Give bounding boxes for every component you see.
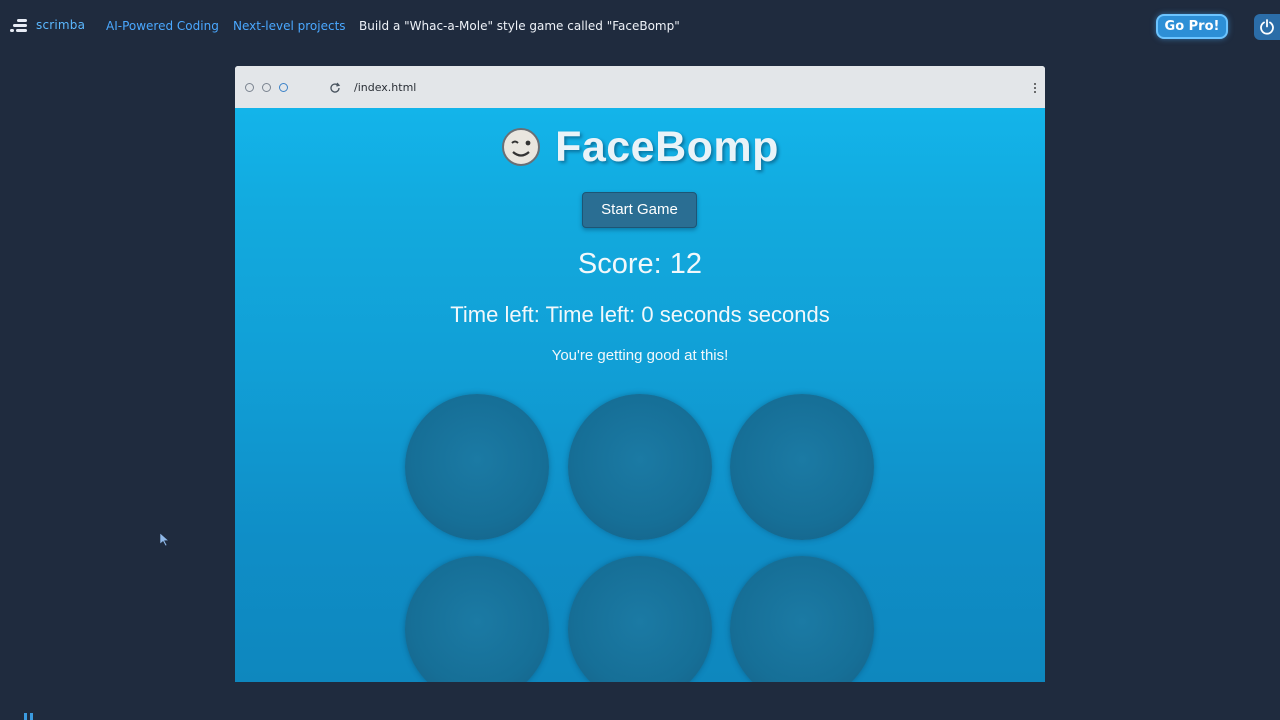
window-dot-icon [279,83,288,92]
mole-hole[interactable] [730,556,874,682]
mole-hole[interactable] [568,556,712,682]
logo-text: scrimba [36,18,86,32]
power-icon [1260,19,1274,35]
pause-icon[interactable] [24,713,34,720]
power-button[interactable] [1254,14,1280,40]
window-dot-icon [245,83,254,92]
status-message: You're getting good at this! [551,347,729,364]
scrimba-logo[interactable]: scrimba [10,17,85,33]
url-field[interactable]: /index.html [354,81,416,94]
browser-toolbar: /index.html [235,66,1045,108]
browser-preview-window: /index.html FaceBomp Start Game Score: 1… [235,66,1045,682]
start-game-button[interactable]: Start Game [582,192,697,228]
go-pro-button[interactable]: Go Pro! [1156,14,1228,39]
mole-hole[interactable] [730,394,874,540]
mouse-cursor-icon [160,533,170,547]
time-left-display: Time left: Time left: 0 seconds seconds [450,302,830,327]
score-display: Score: 12 [577,248,703,280]
scrimba-logo-icon [10,17,28,33]
mole-hole[interactable] [568,394,712,540]
breadcrumb-next-level-projects[interactable]: Next-level projects [233,19,346,33]
game-header: FaceBomp [235,122,1045,172]
mole-hole[interactable] [405,556,549,682]
mole-hole[interactable] [405,394,549,540]
top-nav-bar: scrimba AI-Powered Coding Next-level pro… [0,0,1280,52]
winking-face-icon [502,128,541,166]
window-dot-icon [262,83,271,92]
reload-icon[interactable] [329,82,341,94]
game-title: FaceBomp [555,122,779,171]
game-page: FaceBomp Start Game Score: 12 Time left:… [235,108,1045,682]
breadcrumb-ai-powered-coding[interactable]: AI-Powered Coding [106,19,219,33]
browser-menu-icon[interactable] [1034,81,1037,95]
breadcrumb-current-lesson: Build a "Whac-a-Mole" style game called … [359,19,680,33]
